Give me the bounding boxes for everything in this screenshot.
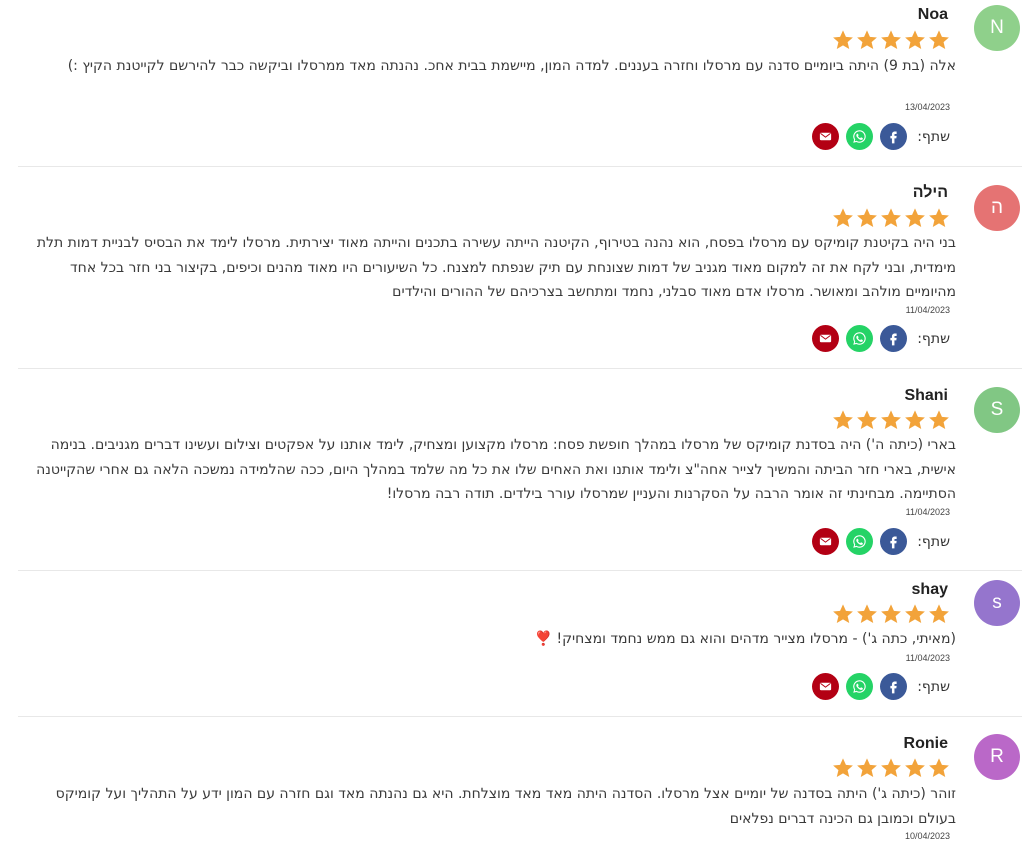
- facebook-share-button[interactable]: [880, 123, 908, 150]
- review-date: 11/04/2023: [905, 507, 950, 517]
- divider: [18, 368, 1022, 369]
- whatsapp-icon: [853, 680, 866, 693]
- avatar: R: [974, 734, 1020, 780]
- share-label: שתף:: [917, 330, 950, 347]
- whatsapp-share-button[interactable]: [846, 528, 874, 555]
- review-item: R Ronie זוהר (כיתה ג') היתה בסדנה של יומ…: [16, 728, 1022, 846]
- share-bar: שתף:: [812, 123, 950, 150]
- facebook-icon: [890, 536, 897, 549]
- whatsapp-share-button[interactable]: [846, 123, 874, 150]
- star-icon: [881, 758, 901, 777]
- star-rating: [832, 29, 950, 51]
- envelope-icon: [820, 537, 832, 546]
- star-icon: [881, 30, 901, 49]
- review-text: בני היה בקיטנת קומיקס עם מרסלו בפסח, הוא…: [36, 235, 956, 300]
- facebook-icon: [890, 333, 897, 346]
- review-date: 11/04/2023: [905, 305, 950, 315]
- star-icon: [905, 604, 925, 623]
- star-icon: [833, 208, 853, 227]
- reviewer-name: Ronie: [903, 735, 948, 752]
- review-date: 10/04/2023: [904, 831, 950, 841]
- star-rating: [832, 757, 950, 779]
- facebook-icon: [890, 681, 897, 694]
- star-rating: [832, 409, 950, 431]
- review-item: N Noa אלה (בת 9) היתה ביומיים סדנה עם מר…: [16, 0, 1022, 166]
- facebook-share-button[interactable]: [880, 325, 908, 352]
- avatar: S: [974, 387, 1020, 433]
- star-icon: [833, 604, 853, 623]
- divider: [18, 166, 1022, 167]
- share-bar: שתף:: [812, 528, 950, 555]
- star-icon: [905, 758, 925, 777]
- whatsapp-icon: [853, 535, 866, 548]
- star-icon: [833, 410, 853, 429]
- review-text: (מאיתי, כתה ג') - מרסלו מצייר מדהים והוא…: [534, 631, 956, 647]
- review-item: S Shani בארי (כיתה ה') היה בסדנת קומיקס …: [16, 380, 1022, 570]
- avatar: N: [974, 5, 1020, 51]
- review-text: בארי (כיתה ה') היה בסדנת קומיקס של מרסלו…: [36, 437, 956, 502]
- email-share-button[interactable]: [812, 123, 840, 150]
- email-share-button[interactable]: [812, 528, 840, 555]
- share-label: שתף:: [917, 533, 950, 550]
- share-bar: שתף:: [812, 673, 950, 700]
- divider: [18, 570, 1022, 571]
- star-icon: [857, 604, 877, 623]
- envelope-icon: [820, 682, 832, 691]
- review-date: 11/04/2023: [905, 653, 950, 663]
- facebook-share-button[interactable]: [880, 673, 908, 700]
- facebook-share-button[interactable]: [880, 528, 908, 555]
- review-item: ה הילה בני היה בקיטנת קומיקס עם מרסלו בפ…: [16, 178, 1022, 368]
- email-share-button[interactable]: [812, 325, 840, 352]
- reviewer-name: shay: [911, 581, 948, 598]
- star-icon: [857, 30, 877, 49]
- star-icon: [905, 208, 925, 227]
- avatar: s: [974, 580, 1020, 626]
- whatsapp-icon: [853, 332, 866, 345]
- star-icon: [929, 30, 949, 49]
- share-bar: שתף:: [812, 325, 950, 352]
- reviewer-name: הילה: [912, 184, 948, 201]
- star-icon: [881, 604, 901, 623]
- star-icon: [929, 208, 949, 227]
- review-text: זוהר (כיתה ג') היתה בסדנה של יומיים אצל …: [55, 786, 956, 827]
- reviewer-name: Shani: [904, 387, 948, 404]
- star-icon: [929, 410, 949, 429]
- facebook-icon: [890, 131, 897, 144]
- star-icon: [881, 410, 901, 429]
- star-icon: [929, 758, 949, 777]
- envelope-icon: [820, 334, 832, 343]
- star-icon: [881, 208, 901, 227]
- star-icon: [905, 410, 925, 429]
- envelope-icon: [820, 132, 832, 141]
- star-icon: [857, 758, 877, 777]
- whatsapp-icon: [853, 130, 866, 143]
- star-icon: [833, 30, 853, 49]
- email-share-button[interactable]: [812, 673, 840, 700]
- whatsapp-share-button[interactable]: [846, 673, 874, 700]
- share-label: שתף:: [917, 128, 950, 145]
- star-icon: [857, 410, 877, 429]
- divider: [18, 716, 1022, 717]
- star-rating: [832, 207, 950, 229]
- star-icon: [929, 604, 949, 623]
- avatar: ה: [974, 185, 1020, 231]
- review-text: אלה (בת 9) היתה ביומיים סדנה עם מרסלו וח…: [67, 58, 956, 74]
- star-rating: [832, 603, 950, 625]
- share-label: שתף:: [917, 678, 950, 695]
- star-icon: [857, 208, 877, 227]
- star-icon: [905, 30, 925, 49]
- review-date: 13/04/2023: [904, 102, 950, 112]
- review-item: s shay (מאיתי, כתה ג') - מרסלו מצייר מדה…: [16, 574, 1022, 716]
- whatsapp-share-button[interactable]: [846, 325, 874, 352]
- star-icon: [833, 758, 853, 777]
- reviewer-name: Noa: [917, 6, 948, 23]
